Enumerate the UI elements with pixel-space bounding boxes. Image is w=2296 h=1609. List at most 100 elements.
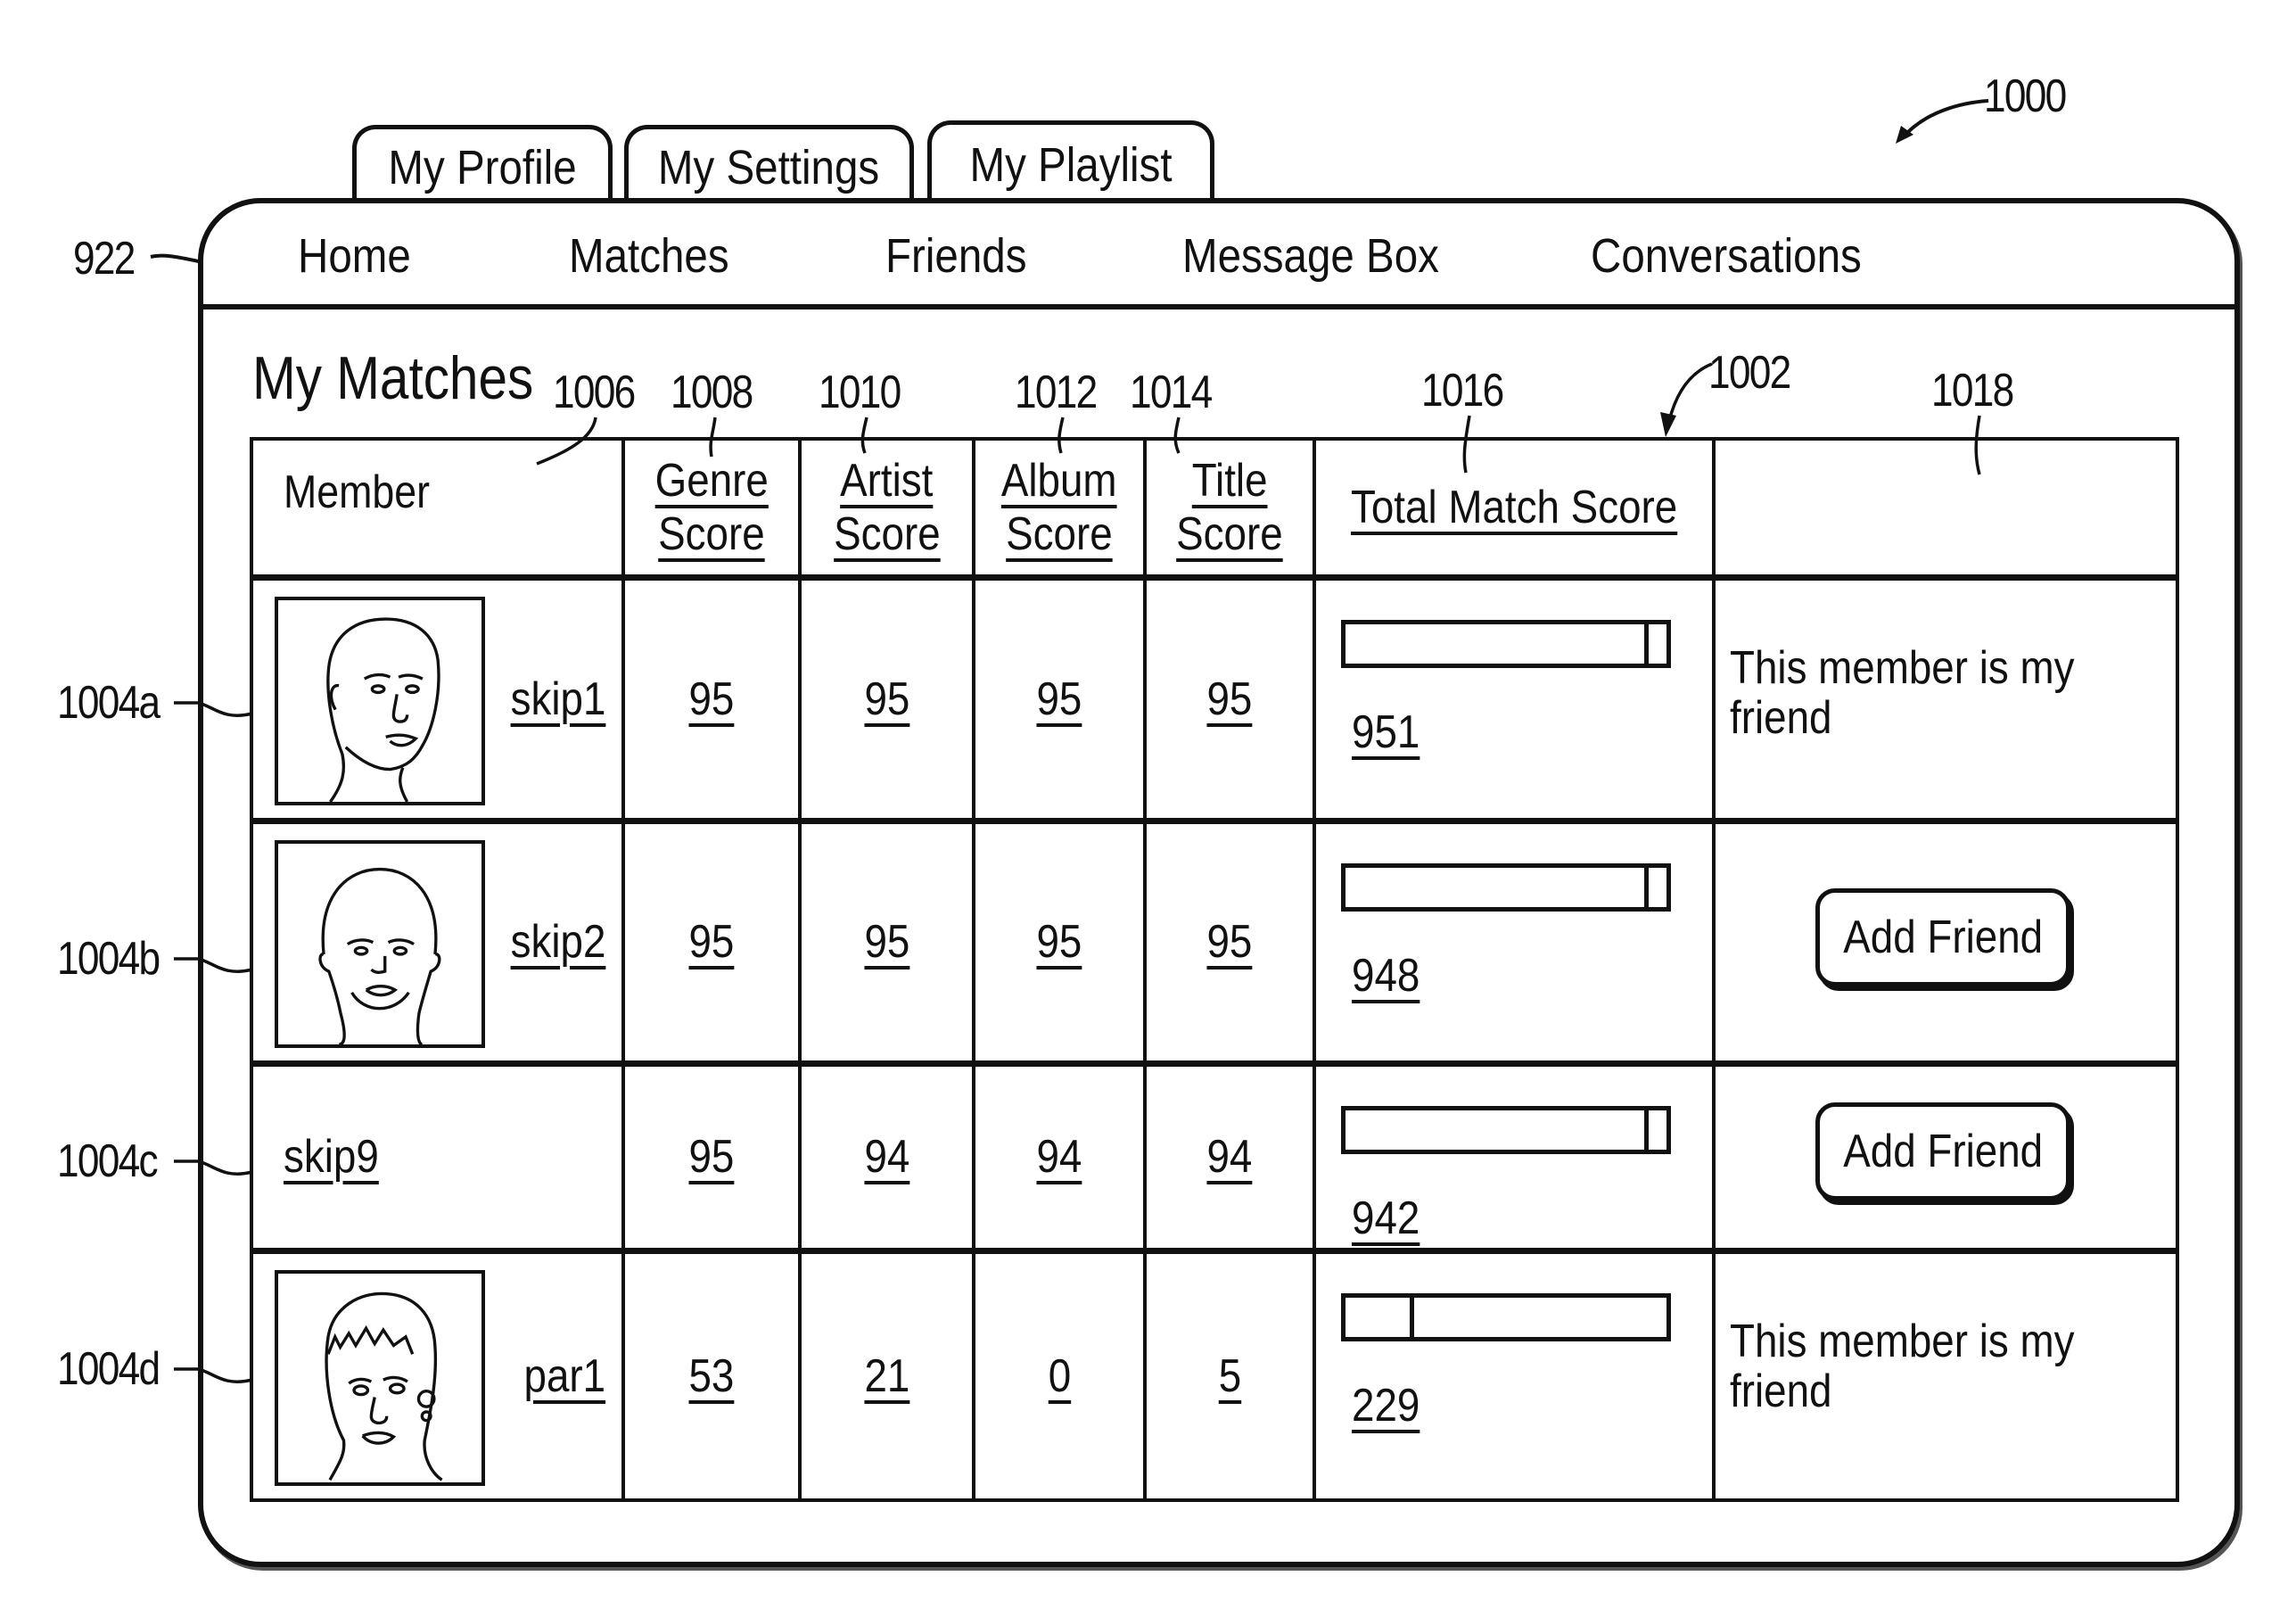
- column-header-artist-score[interactable]: Artist Score: [798, 437, 975, 579]
- album-score-cell: 95: [972, 817, 1147, 1065]
- friend-status-text: This member is my friend: [1730, 641, 2075, 744]
- member-name-link[interactable]: skip9: [284, 1130, 379, 1184]
- album-score-link[interactable]: 0: [1048, 1349, 1070, 1403]
- total-match-score-cell: 942: [1313, 1060, 1716, 1252]
- table-row: par1 53 21 0 5 229 This member is my friend: [250, 1247, 2179, 1502]
- nav-matches[interactable]: Matches: [569, 228, 751, 284]
- total-match-score-link[interactable]: 942: [1352, 1192, 1420, 1245]
- nav-friends[interactable]: Friends: [885, 228, 1046, 284]
- member-name-link[interactable]: par1: [523, 1349, 605, 1403]
- artist-score-cell: 95: [798, 817, 975, 1065]
- nav-label: Home: [298, 229, 411, 283]
- album-score-link[interactable]: 95: [1037, 672, 1082, 726]
- column-header-title-score[interactable]: Title Score: [1143, 437, 1316, 579]
- friend-status-cell: This member is my friend: [1712, 1247, 2179, 1502]
- artist-score-cell: 95: [798, 573, 975, 822]
- page-title: My Matches: [252, 344, 534, 412]
- album-score-cell: 95: [972, 573, 1147, 822]
- genre-score-cell: 95: [621, 817, 802, 1065]
- album-score-link[interactable]: 95: [1037, 915, 1082, 969]
- artist-score-link[interactable]: 95: [864, 672, 909, 726]
- genre-score-cell: 53: [621, 1247, 802, 1502]
- title-score-cell: 5: [1143, 1247, 1316, 1502]
- nav-bar: Home Matches Friends Message Box Convers…: [203, 203, 2234, 309]
- genre-score-cell: 95: [621, 573, 802, 822]
- ref-label-title-col: 1014: [1130, 367, 1213, 418]
- member-name-link[interactable]: skip2: [510, 915, 605, 969]
- add-friend-button[interactable]: Add Friend: [1815, 887, 2070, 986]
- artist-score-link[interactable]: 21: [864, 1349, 909, 1403]
- tab-label: My Playlist: [969, 138, 1173, 192]
- nav-message-box[interactable]: Message Box: [1182, 228, 1474, 284]
- total-match-score-link[interactable]: 951: [1352, 705, 1420, 759]
- add-friend-button-label: Add Friend: [1843, 1125, 2043, 1177]
- artist-score-link[interactable]: 94: [864, 1130, 909, 1184]
- tab-label: My Profile: [388, 140, 577, 194]
- title-score-cell: 95: [1143, 573, 1316, 822]
- ref-label-nav: 922: [73, 233, 136, 285]
- title-score-link[interactable]: 5: [1218, 1349, 1240, 1403]
- add-friend-button[interactable]: Add Friend: [1815, 1102, 2070, 1201]
- column-header-status: [1712, 437, 2179, 579]
- member-cell: skip2: [250, 817, 625, 1065]
- friend-status-cell: This member is my friend: [1712, 573, 2179, 822]
- title-score-link[interactable]: 95: [1207, 672, 1253, 726]
- title-score-cell: 94: [1143, 1060, 1316, 1252]
- column-header-genre-score[interactable]: Genre Score: [621, 437, 802, 579]
- column-header-total-match-score[interactable]: Total Match Score: [1313, 437, 1716, 579]
- nav-label: Message Box: [1182, 229, 1439, 283]
- genre-score-link[interactable]: 53: [689, 1349, 735, 1403]
- ref-arrow-window-icon: [1896, 99, 1989, 144]
- column-header-album-score[interactable]: Album Score: [972, 437, 1147, 579]
- genre-score-cell: 95: [621, 1060, 802, 1252]
- match-score-bar: [1341, 862, 1671, 912]
- avatar[interactable]: [275, 839, 485, 1048]
- member-cell: par1: [250, 1247, 625, 1502]
- match-score-bar-fill-marker: [1643, 867, 1649, 907]
- title-score-link[interactable]: 95: [1207, 915, 1253, 969]
- member-cell: skip1: [250, 573, 625, 822]
- member-name-link[interactable]: skip1: [510, 672, 605, 726]
- artist-score-link[interactable]: 95: [864, 915, 909, 969]
- match-score-bar: [1341, 619, 1671, 668]
- artist-score-cell: 94: [798, 1060, 975, 1252]
- nav-label: Matches: [569, 229, 729, 283]
- ref-label-total-col: 1016: [1421, 365, 1504, 417]
- total-match-score-cell: 229: [1313, 1247, 1716, 1502]
- match-score-bar: [1341, 1292, 1671, 1341]
- matches-table: Member Genre Score Artist Score Album Score…: [250, 437, 2179, 1502]
- nav-conversations[interactable]: Conversations: [1591, 228, 1898, 284]
- avatar[interactable]: [275, 596, 485, 805]
- ref-label-genre-col: 1008: [671, 367, 753, 418]
- table-row: skip9 95 94 94 94 942 Add Friend: [250, 1060, 2179, 1252]
- face-portrait-icon: [318, 867, 441, 1046]
- total-match-score-link[interactable]: 229: [1352, 1379, 1420, 1432]
- table-row: skip2 95 95 95 95 948 Add Friend: [250, 817, 2179, 1065]
- friend-status-text: This member is my friend: [1730, 1315, 2075, 1417]
- title-score-link[interactable]: 94: [1207, 1130, 1253, 1184]
- table-header-row: Member Genre Score Artist Score Album Score…: [250, 437, 2179, 579]
- ref-label-artist-col: 1010: [819, 367, 901, 418]
- match-score-bar-fill-marker: [1643, 1110, 1649, 1150]
- tab-my-playlist[interactable]: My Playlist: [927, 120, 1214, 205]
- avatar[interactable]: [275, 1269, 485, 1486]
- ref-label-table: 1002: [1708, 347, 1791, 399]
- total-match-score-link[interactable]: 948: [1352, 949, 1420, 1003]
- tab-label: My Settings: [658, 140, 880, 194]
- ref-label-row-d: 1004d: [57, 1343, 160, 1395]
- tab-my-profile[interactable]: My Profile: [352, 125, 613, 205]
- match-score-bar: [1341, 1105, 1671, 1154]
- ref-label-album-col: 1012: [1015, 367, 1098, 418]
- tab-my-settings[interactable]: My Settings: [624, 125, 914, 205]
- table-row: skip1 95 95 95 95 951 This member is my friend: [250, 573, 2179, 822]
- nav-home[interactable]: Home: [298, 228, 426, 284]
- title-score-cell: 95: [1143, 817, 1316, 1065]
- friend-status-cell: Add Friend: [1712, 817, 2179, 1065]
- genre-score-link[interactable]: 95: [689, 672, 735, 726]
- face-portrait-icon: [326, 616, 440, 803]
- album-score-link[interactable]: 94: [1037, 1130, 1082, 1184]
- genre-score-link[interactable]: 95: [689, 915, 735, 969]
- album-score-cell: 94: [972, 1060, 1147, 1252]
- genre-score-link[interactable]: 95: [689, 1130, 735, 1184]
- member-cell: skip9: [250, 1060, 625, 1252]
